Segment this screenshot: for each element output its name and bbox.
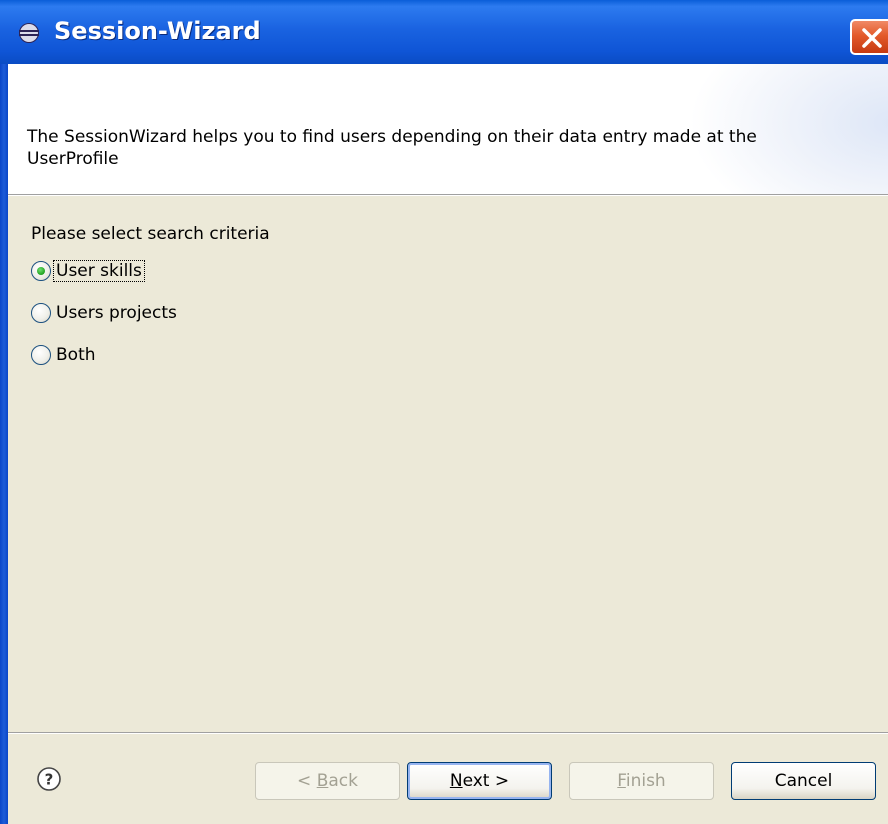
window-frame-left [0,64,8,824]
eclipse-icon [19,23,39,43]
radio-both[interactable]: Both [31,340,98,370]
cancel-button[interactable]: Cancel [731,762,876,800]
svg-text:?: ? [45,771,54,789]
radio-label: Users projects [56,303,177,323]
radio-label: Both [56,345,96,365]
cancel-button-label: Cancel [774,771,833,791]
title-bar[interactable]: Session-Wizard [0,0,888,64]
wizard-description: The SessionWizard helps you to find user… [27,127,757,169]
help-icon[interactable]: ? [36,766,62,792]
finish-button-label: Finish [617,763,665,799]
next-label-mnemonic: N [449,771,463,791]
window-title: Session-Wizard [54,17,261,45]
next-label-post: ext > [462,771,510,791]
finish-button[interactable]: Finish [569,762,714,800]
wizard-content: Please select search criteria User skill… [8,196,888,732]
close-icon [862,28,882,48]
back-label-mnemonic: B [316,771,329,791]
radio-button[interactable] [31,345,51,365]
finish-label-mnemonic: F [617,771,626,791]
wizard-header: The SessionWizard helps you to find user… [8,64,888,194]
criteria-prompt: Please select search criteria [31,224,270,244]
back-button[interactable]: < Back [255,762,400,800]
radio-button-checked[interactable] [31,261,51,281]
radio-users-projects[interactable]: Users projects [31,298,179,328]
next-button-label: Next > [450,763,509,799]
wizard-window: Session-Wizard The SessionWizard helps y… [0,0,888,824]
next-button[interactable]: Next > [407,762,552,800]
finish-label-post: inish [625,771,666,791]
close-button[interactable] [850,19,888,55]
radio-label: User skills [53,260,145,282]
radio-button[interactable] [31,303,51,323]
back-label-pre: < [297,771,317,791]
back-label-post: ack [328,771,358,791]
back-button-label: < Back [297,763,358,799]
radio-user-skills[interactable]: User skills [31,256,145,286]
wizard-footer: ? < Back Next > Finish Cancel [8,734,888,824]
